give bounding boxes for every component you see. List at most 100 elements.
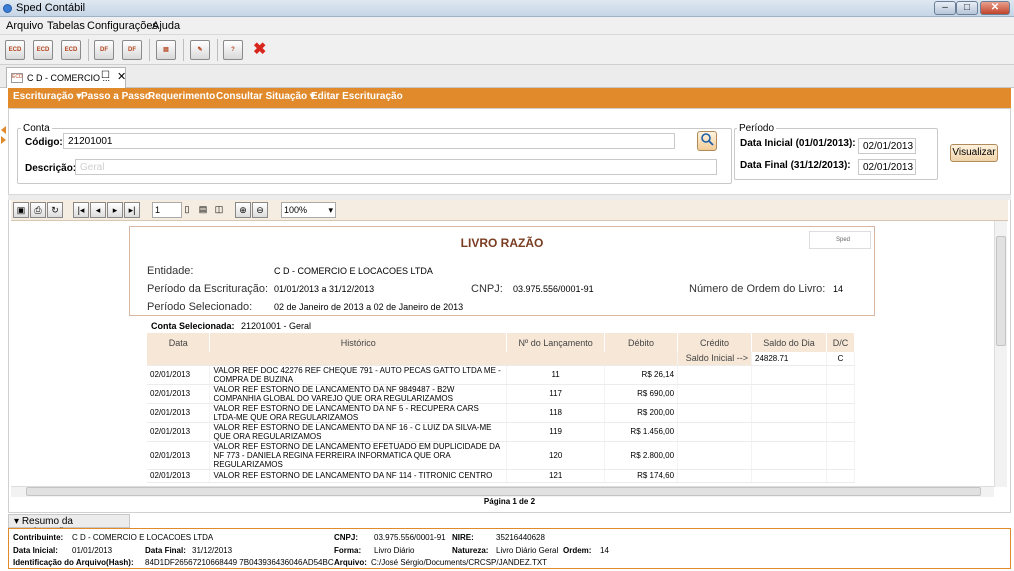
print-icon[interactable]: ⎙ [30,202,46,218]
report-title: LIVRO RAZÃO [460,236,544,250]
table-row: 02/01/2013 VALOR REF ESTORNO DE LANCAMENT… [147,403,856,423]
natureza-label: Natureza: [452,546,489,555]
continuous-page-icon[interactable]: ▤ [195,202,211,218]
col-lancamento: Nº do Lançamento [506,333,606,352]
cell-lancamento: 120 [506,441,606,470]
nav-requerimento[interactable]: Requerimento [148,91,215,102]
nav-editar-escrituracao[interactable]: Editar Escrituração [311,91,403,102]
cell-historico: VALOR REF ESTORNO DE LANCAMENTO EFETUADO… [209,441,508,470]
close-window-button[interactable]: ✕ [980,1,1010,15]
ecd-new-icon[interactable]: ECD [5,40,25,60]
descricao-input[interactable]: Geral [75,159,717,175]
ecd-import-icon[interactable]: ECD [61,40,81,60]
periodo-selecionado-value: 02 de Janeiro de 2013 a 02 de Janeiro de… [274,302,464,312]
zoom-out-icon[interactable]: ⊖ [252,202,268,218]
document-tab-label: C D - COMERCIO ... [27,73,110,83]
col-debito: Débito [604,333,679,352]
last-page-icon[interactable]: ▸| [124,202,140,218]
horizontal-scroll-thumb[interactable] [26,487,981,496]
save-icon[interactable]: ▣ [13,202,29,218]
search-conta-button[interactable] [697,131,717,151]
zoom-select[interactable]: 100% ▾ [281,202,336,218]
cell-data: 02/01/2013 [147,365,211,385]
col-dc: D/C [826,333,856,352]
cell-credito [677,441,752,470]
vertical-scroll-thumb[interactable] [996,236,1006,346]
cell-data: 02/01/2013 [147,469,211,483]
data-inicial-input[interactable]: 02/01/2013 [858,138,916,154]
resumo-ordem-value: 14 [600,546,609,555]
first-page-icon[interactable]: |◂ [73,202,89,218]
document-tab-strip: ECD C D - COMERCIO ... ☐ ✕ [0,65,1014,88]
minimize-button[interactable]: – [934,1,956,15]
document-tab[interactable]: ECD C D - COMERCIO ... ☐ ✕ [6,67,126,88]
menu-tabelas[interactable]: Tabelas [47,20,85,32]
conta-legend: Conta [21,123,52,134]
facing-pages-icon[interactable]: ◫ [211,202,227,218]
periodo-selecionado-label: Período Selecionado: [147,301,253,313]
cell-historico: VALOR REF ESTORNO DE LANCAMENTO DA NF 16… [209,422,508,442]
side-collapse-handle[interactable] [0,125,8,145]
restore-tab-icon[interactable]: ☐ [101,70,110,81]
cell-historico: VALOR REF DOC 42276 REF CHEQUE 791 - AUT… [209,365,508,385]
dfc-icon[interactable]: DF [94,40,114,60]
single-page-icon[interactable]: ▯ [179,202,195,218]
help-icon[interactable]: ? [223,40,243,60]
window-title: Sped Contábil [16,2,86,14]
cell-lancamento: 117 [506,384,606,404]
report-icon[interactable]: ▤ [156,40,176,60]
table-row: 02/01/2013 VALOR REF ESTORNO DE LANCAMENT… [147,469,856,483]
resumo-tab[interactable]: ▾ Resumo da Escrituração [8,514,130,538]
maximize-button[interactable]: □ [956,1,978,15]
visualizar-button[interactable]: Visualizar [950,144,998,162]
cnpj-label: CNPJ: [471,283,503,295]
periodo-escrituracao-label: Período da Escrituração: [147,283,269,295]
page-number-input[interactable]: 1 [152,202,182,218]
cell-debito: R$ 26,14 [604,365,679,385]
menu-arquivo[interactable]: Arquivo [6,20,43,32]
refresh-icon[interactable]: ↻ [47,202,63,218]
cell-saldo [751,441,827,470]
menu-ajuda[interactable]: Ajuda [152,20,180,32]
conta-selecionada-label: Conta Selecionada: [151,321,235,331]
close-tab-icon[interactable]: ✕ [117,70,126,83]
data-final-resumo-value: 31/12/2013 [192,546,233,555]
cell-debito: R$ 174,60 [604,469,679,483]
nire-label: NIRE: [452,533,474,542]
nav-escrituracao[interactable]: Escrituração ▾ [13,91,81,102]
zoom-in-icon[interactable]: ⊕ [235,202,251,218]
app-icon [3,4,12,13]
descricao-label: Descrição: [25,163,77,174]
codigo-input[interactable]: 21201001 [63,133,675,149]
next-page-icon[interactable]: ▸ [107,202,123,218]
menu-configuracoes[interactable]: Configurações [87,20,158,32]
data-final-input[interactable]: 02/01/2013 [858,159,916,175]
nav-passo-a-passo[interactable]: Passo a Passo [81,91,151,102]
periodo-escrituracao-value: 01/01/2013 a 31/12/2013 [274,284,375,294]
edit-icon[interactable]: ✎ [190,40,210,60]
dfc-export-icon[interactable]: DF [122,40,142,60]
cell-credito [677,365,752,385]
cell-lancamento: 121 [506,469,606,483]
col-saldo-dia: Saldo do Dia [751,333,827,352]
previous-page-icon[interactable]: ◂ [90,202,106,218]
col-data: Data [147,333,211,352]
cell-saldo [751,384,827,404]
toolbar-separator [149,39,150,61]
close-icon[interactable]: ✖ [253,41,266,59]
data-inicial-resumo-label: Data Inicial: [13,546,58,555]
natureza-value: Livro Diário Geral [496,546,559,555]
search-icon [701,133,714,146]
resumo-cnpj-label: CNPJ: [334,533,359,542]
toolbar-separator [88,39,89,61]
entidade-value: C D - COMERCIO E LOCACOES LTDA [274,266,433,276]
navigation-bar: Escrituração ▾ Passo a Passo Requeriment… [8,88,1011,108]
resumo-ordem-label: Ordem: [563,546,592,555]
resumo-cnpj-value: 03.975.556/0001-91 [374,533,446,542]
nav-consultar-situacao[interactable]: Consultar Situação ▾ [216,91,315,102]
cell-dc [826,441,856,470]
cell-historico: VALOR REF ESTORNO DE LANCAMENTO DA NF 98… [209,384,508,404]
cell-dc [826,422,856,442]
ecd-open-icon[interactable]: ECD [33,40,53,60]
cell-data: 02/01/2013 [147,403,211,423]
